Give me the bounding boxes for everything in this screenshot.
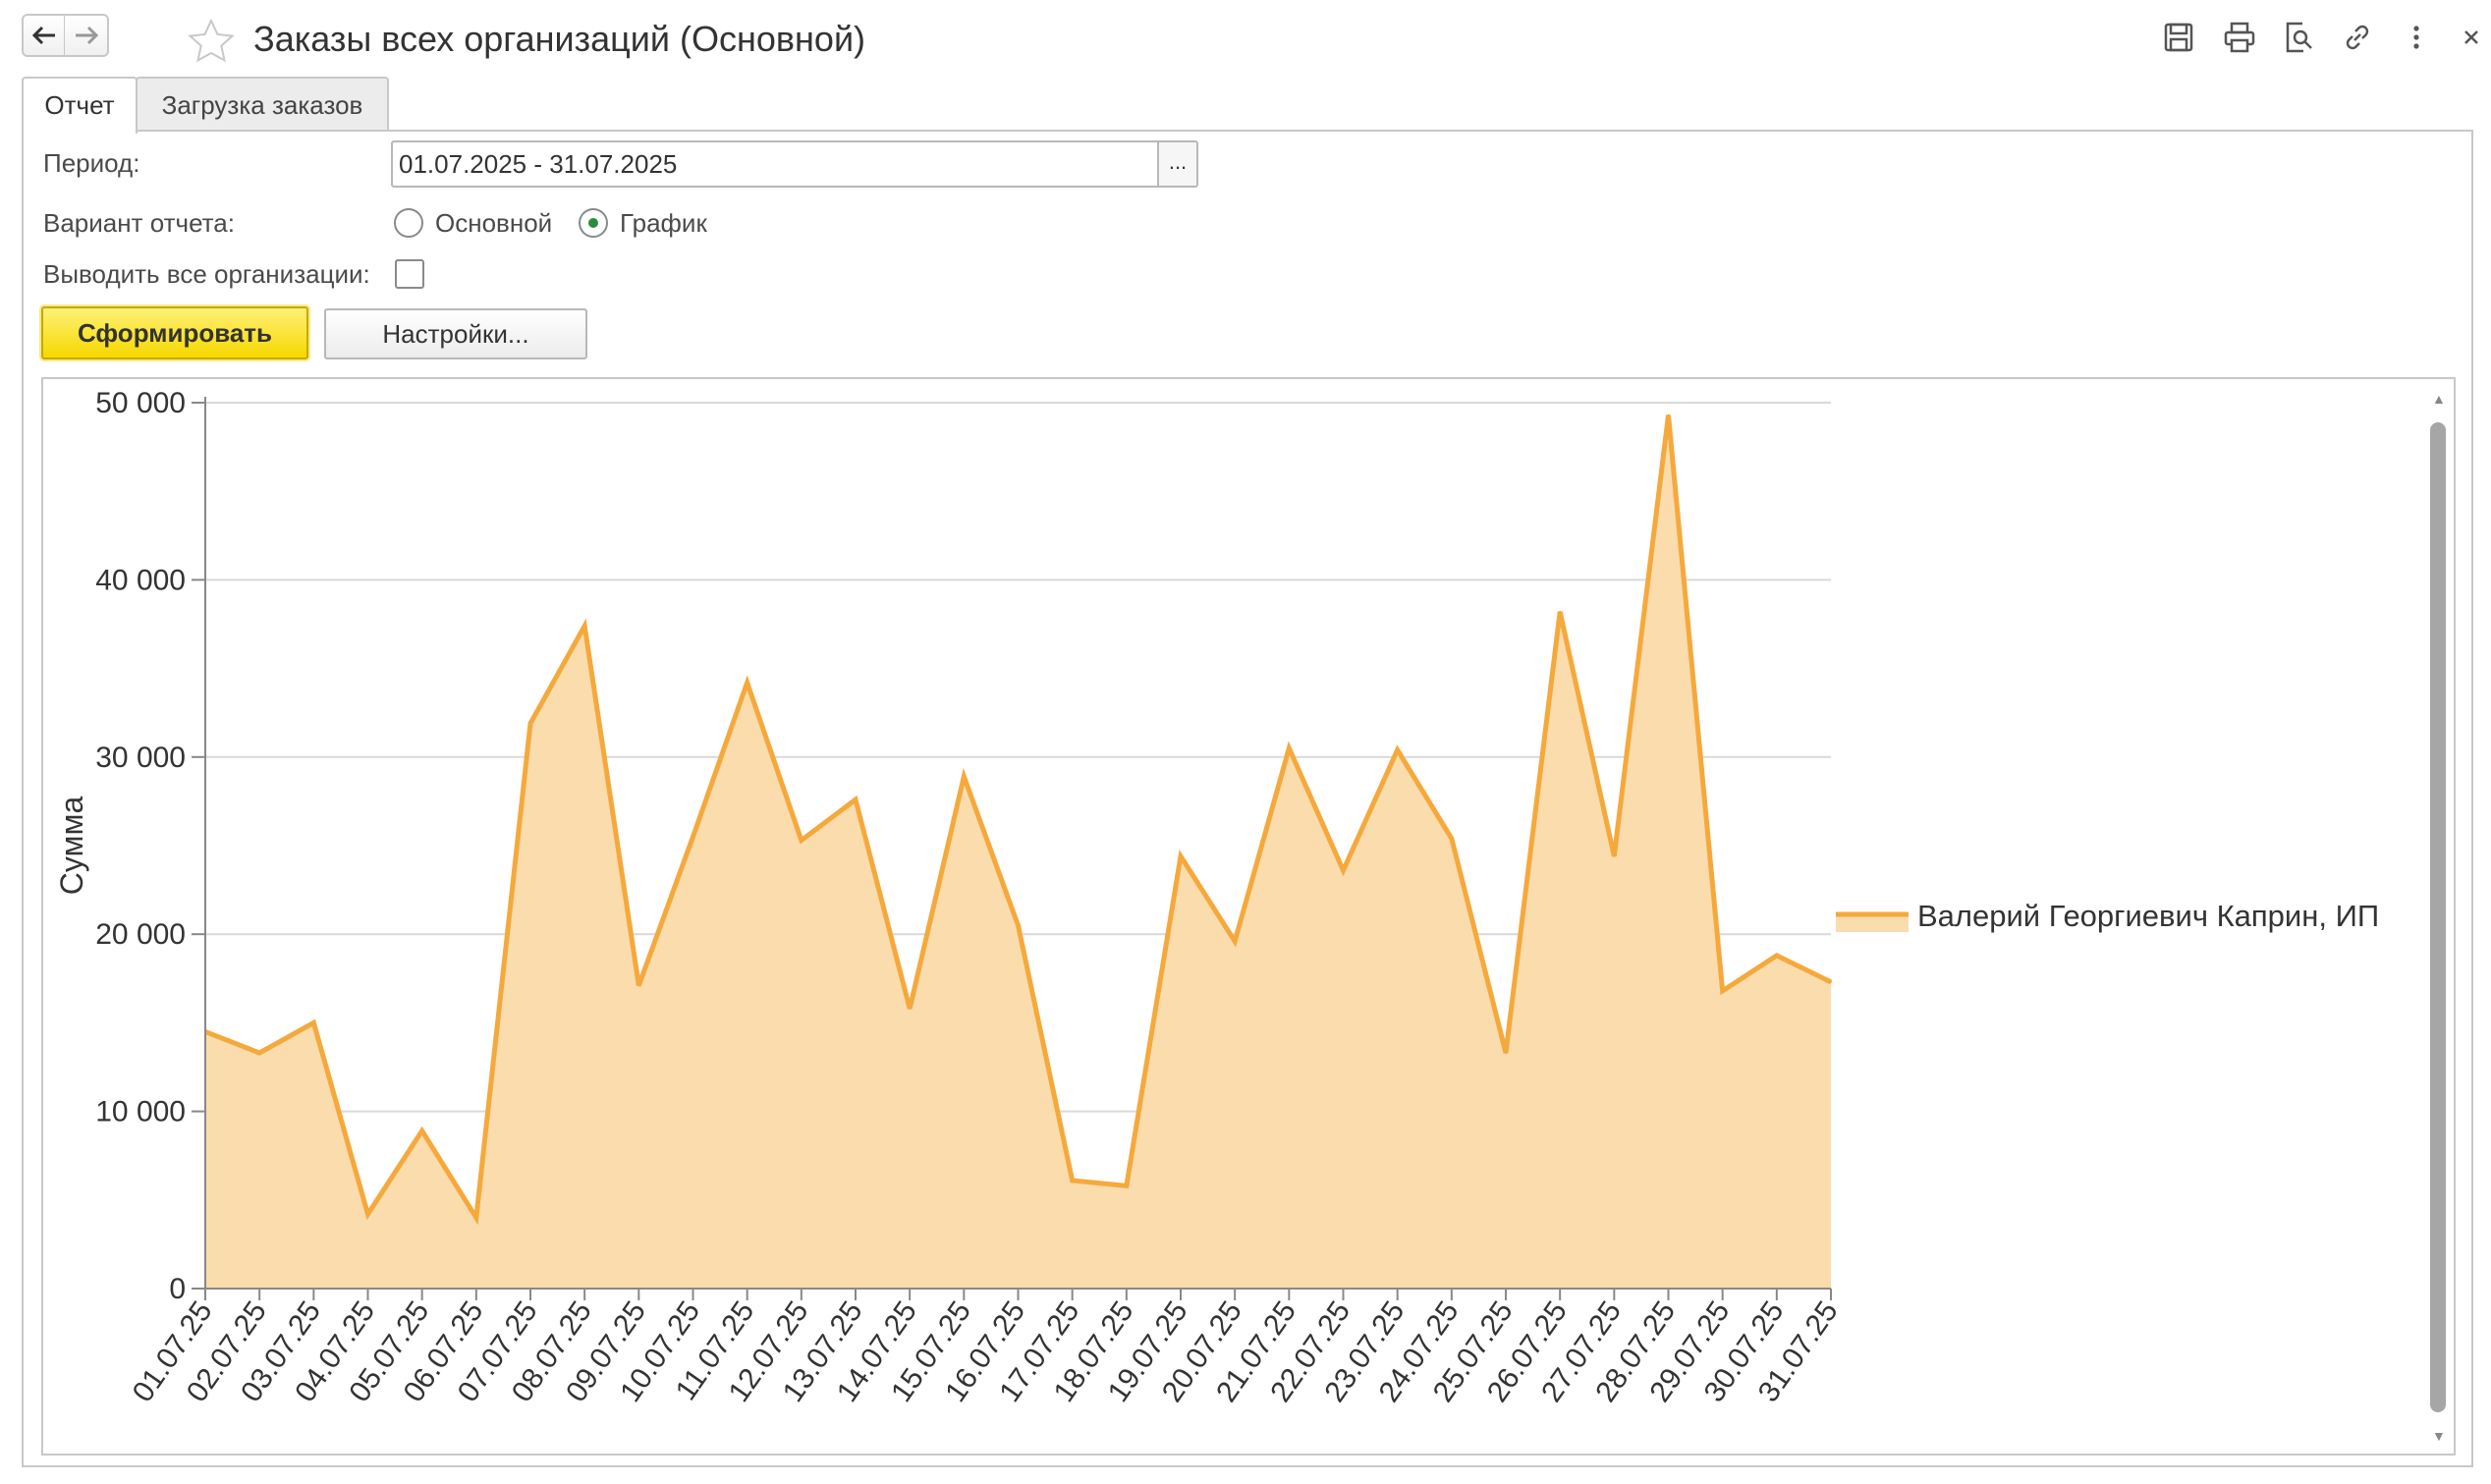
data-point bbox=[1071, 1179, 1074, 1182]
y-tick-label: 50 000 bbox=[95, 387, 186, 419]
data-point bbox=[963, 775, 966, 778]
data-point bbox=[1125, 1184, 1128, 1187]
orders-chart: 010 00020 00030 00040 00050 00001.07.250… bbox=[54, 387, 2379, 1408]
data-point bbox=[1559, 610, 1562, 613]
all-orgs-label: Выводить все организации: bbox=[43, 259, 370, 289]
preview-icon[interactable] bbox=[2281, 20, 2316, 55]
data-point bbox=[1288, 746, 1291, 749]
generate-button[interactable]: Сформировать bbox=[41, 306, 308, 359]
series-area bbox=[205, 414, 1831, 1289]
legend-label: Валерий Георгиевич Каприн, ИП bbox=[1917, 899, 2379, 933]
save-icon[interactable] bbox=[2161, 20, 2196, 55]
star-icon[interactable] bbox=[185, 18, 238, 65]
page-title: Заказы всех организаций (Основной) bbox=[253, 19, 866, 59]
variant-label: Вариант отчета: bbox=[43, 208, 235, 238]
y-axis-label: Сумма bbox=[54, 797, 89, 896]
forward-button[interactable] bbox=[65, 14, 109, 57]
all-orgs-checkbox[interactable] bbox=[395, 259, 424, 289]
y-tick-label: 30 000 bbox=[95, 742, 186, 774]
data-point bbox=[800, 839, 803, 842]
radio-selected-dot bbox=[588, 218, 598, 228]
settings-button[interactable]: Настройки... bbox=[324, 308, 587, 359]
data-point bbox=[1775, 954, 1778, 957]
data-point bbox=[1450, 837, 1453, 840]
period-label: Период: bbox=[43, 148, 140, 178]
scroll-up-arrow-icon[interactable]: ▲ bbox=[2432, 391, 2446, 407]
print-icon[interactable] bbox=[2222, 20, 2257, 55]
y-tick-label: 10 000 bbox=[95, 1096, 186, 1128]
data-point bbox=[474, 1216, 477, 1219]
back-button[interactable] bbox=[22, 14, 66, 57]
data-point bbox=[258, 1052, 261, 1055]
data-point bbox=[855, 798, 857, 801]
legend-swatch bbox=[1836, 914, 1909, 932]
y-tick-label: 20 000 bbox=[95, 918, 186, 951]
data-point bbox=[1396, 748, 1399, 751]
period-select-button[interactable]: ... bbox=[1157, 140, 1198, 188]
data-point bbox=[529, 722, 531, 725]
tab-report[interactable]: Отчет bbox=[22, 77, 138, 134]
data-point bbox=[1342, 869, 1345, 872]
data-point bbox=[1180, 854, 1182, 857]
data-point bbox=[1830, 980, 1832, 983]
data-point bbox=[692, 835, 694, 838]
radio-variant-chart-label[interactable]: График bbox=[620, 205, 707, 241]
data-point bbox=[312, 1021, 315, 1024]
period-input[interactable]: 01.07.2025 - 31.07.2025 bbox=[391, 140, 1159, 188]
data-point bbox=[583, 625, 586, 628]
forward-arrow-icon bbox=[75, 26, 98, 45]
scroll-down-arrow-icon[interactable]: ▼ bbox=[2432, 1428, 2446, 1444]
back-arrow-icon bbox=[31, 26, 55, 45]
data-point bbox=[1234, 940, 1237, 943]
radio-variant-chart[interactable] bbox=[579, 208, 608, 238]
data-point bbox=[420, 1129, 423, 1132]
data-point bbox=[366, 1213, 369, 1216]
data-point bbox=[1505, 1052, 1507, 1055]
y-tick-label: 40 000 bbox=[95, 564, 186, 596]
data-point bbox=[1017, 924, 1020, 927]
data-point bbox=[1613, 854, 1616, 857]
more-icon[interactable] bbox=[2399, 20, 2434, 55]
link-icon[interactable] bbox=[2340, 20, 2375, 55]
data-point bbox=[746, 682, 748, 685]
close-icon[interactable] bbox=[2454, 20, 2489, 55]
data-point bbox=[1667, 413, 1670, 416]
data-point bbox=[1721, 989, 1724, 992]
data-point bbox=[637, 984, 640, 987]
radio-variant-main-label[interactable]: Основной bbox=[435, 205, 552, 241]
radio-variant-main[interactable] bbox=[394, 208, 423, 238]
y-tick-label: 0 bbox=[169, 1273, 186, 1305]
scrollbar-thumb[interactable] bbox=[2430, 422, 2446, 1412]
tab-orders-upload[interactable]: Загрузка заказов bbox=[136, 77, 389, 132]
data-point bbox=[909, 1007, 912, 1010]
